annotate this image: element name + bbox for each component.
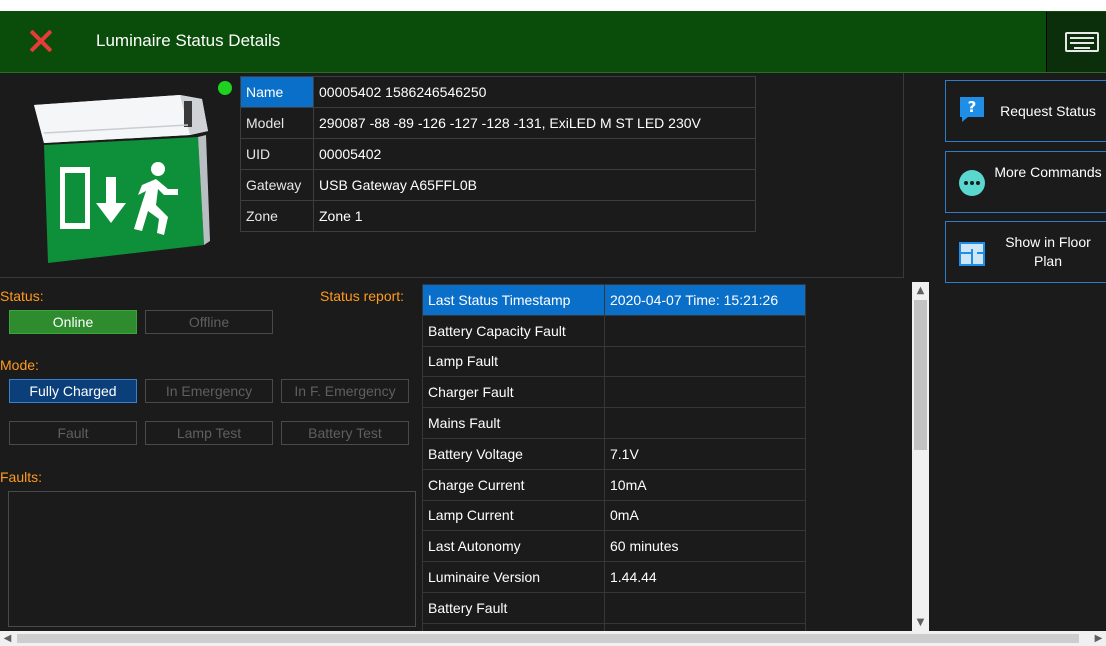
table-row[interactable]: Last Status Timestamp 2020-04-07 Time: 15… [422, 284, 806, 316]
more-dots-icon [959, 170, 985, 196]
report-value [604, 407, 806, 439]
report-key: Battery Cutoff [422, 622, 605, 631]
report-key: Battery Capacity Fault [422, 314, 605, 347]
show-in-floor-plan-label: Show in Floor Plan [1005, 234, 1091, 269]
table-row[interactable]: Charger Fault [422, 376, 806, 409]
scroll-up-icon[interactable]: ▲ [912, 282, 929, 299]
status-report-viewport: Last Status Timestamp 2020-04-07 Time: 15… [0, 11, 910, 631]
top-margin [0, 0, 1106, 11]
luminaire-status-window: Luminaire Status Details Name 00005402 1… [0, 11, 1106, 631]
help-bubble-icon: ? [960, 97, 984, 122]
report-key: Last Autonomy [422, 530, 605, 563]
report-key: Luminaire Version [422, 561, 605, 593]
table-row[interactable]: Lamp Current 0mA [422, 499, 806, 532]
more-commands-label: More Commands [994, 164, 1102, 180]
request-status-label: Request Status [1000, 103, 1096, 119]
report-value: 10mA [604, 468, 806, 501]
report-key: Battery Fault [422, 591, 605, 624]
report-key: Charge Current [422, 468, 605, 501]
table-row[interactable]: Mains Fault [422, 407, 806, 439]
vertical-scrollbar[interactable]: ▲ ▼ [912, 282, 929, 631]
table-row[interactable]: Charge Current 10mA [422, 468, 806, 501]
report-value [604, 314, 806, 347]
report-value: 2020-04-07 Time: 15:21:26 [604, 284, 806, 316]
status-report-table: Last Status Timestamp 2020-04-07 Time: 15… [422, 284, 806, 631]
report-value: 1.44.44 [604, 561, 806, 593]
report-key: Lamp Current [422, 499, 605, 532]
report-value [604, 591, 806, 624]
more-commands-button[interactable]: More Commands [945, 151, 1106, 213]
report-key: Lamp Fault [422, 345, 605, 378]
report-value: 0mA [604, 499, 806, 532]
report-key: Charger Fault [422, 376, 605, 409]
keyboard-icon [1065, 32, 1099, 52]
report-value: 60 minutes [604, 530, 806, 563]
report-value [604, 345, 806, 378]
table-row[interactable]: Luminaire Version 1.44.44 [422, 561, 806, 593]
horizontal-scroll-thumb[interactable] [17, 634, 1079, 643]
table-row[interactable]: Last Autonomy 60 minutes [422, 530, 806, 563]
table-row[interactable]: Battery Voltage 7.1V [422, 437, 806, 470]
report-key: Battery Voltage [422, 437, 605, 470]
scroll-left-icon[interactable]: ◀ [0, 631, 15, 646]
report-key: Mains Fault [422, 407, 605, 439]
report-value [604, 622, 806, 631]
report-key: Last Status Timestamp [422, 284, 605, 316]
keyboard-button[interactable] [1046, 12, 1106, 72]
table-row[interactable]: Lamp Fault [422, 345, 806, 378]
svg-text:?: ? [968, 98, 977, 116]
request-status-button[interactable]: ? Request Status [945, 80, 1106, 142]
table-row[interactable]: Battery Cutoff [422, 622, 806, 631]
scroll-right-icon[interactable]: ▶ [1091, 631, 1106, 646]
horizontal-scrollbar[interactable]: ◀ ▶ [0, 631, 1106, 646]
table-row[interactable]: Battery Fault [422, 591, 806, 624]
report-value [604, 376, 806, 409]
table-row[interactable]: Battery Capacity Fault [422, 314, 806, 347]
vertical-scroll-thumb[interactable] [914, 300, 927, 450]
show-in-floor-plan-button[interactable]: Show in Floor Plan [945, 221, 1106, 283]
scroll-down-icon[interactable]: ▼ [912, 614, 929, 631]
report-value: 7.1V [604, 437, 806, 470]
floor-plan-icon [959, 242, 985, 266]
